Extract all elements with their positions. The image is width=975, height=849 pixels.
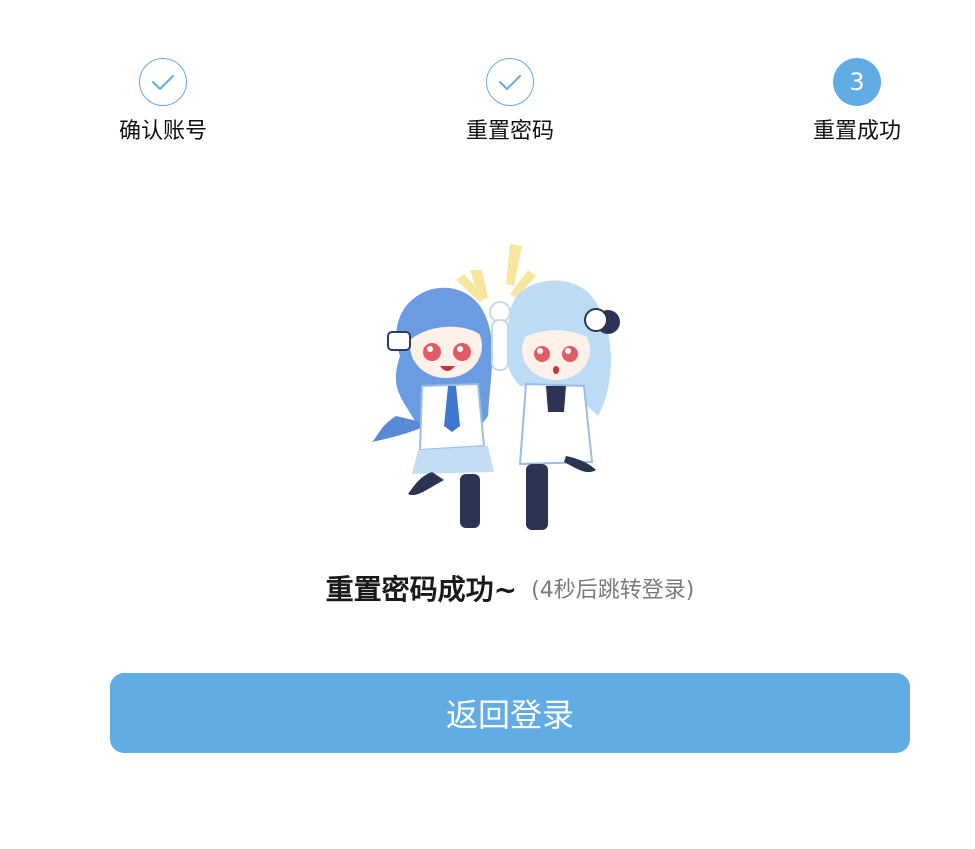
redirect-countdown: (4秒后跳转登录) (531, 578, 695, 603)
step-confirm-account: 确认账号 (93, 58, 233, 146)
back-to-login-button[interactable]: 返回登录 (110, 673, 910, 753)
step-number-badge: 3 (833, 58, 881, 106)
mascot-illustration (372, 244, 620, 530)
step-reset-success: 3 重置成功 (787, 58, 927, 146)
step-progress: 确认账号 重置密码 3 重置成功 (0, 58, 975, 158)
step-done-circle (139, 58, 187, 106)
result-title: 重置密码成功~ (325, 573, 518, 606)
step-label: 确认账号 (118, 119, 207, 144)
reset-result: 重置密码成功~ (4秒后跳转登录) (0, 568, 975, 608)
step-label: 重置成功 (812, 119, 901, 144)
checkmark-icon (499, 75, 521, 90)
step-done-circle (486, 58, 534, 106)
step-label: 重置密码 (465, 119, 554, 144)
checkmark-icon (152, 75, 174, 90)
step-reset-password: 重置密码 (440, 58, 580, 146)
